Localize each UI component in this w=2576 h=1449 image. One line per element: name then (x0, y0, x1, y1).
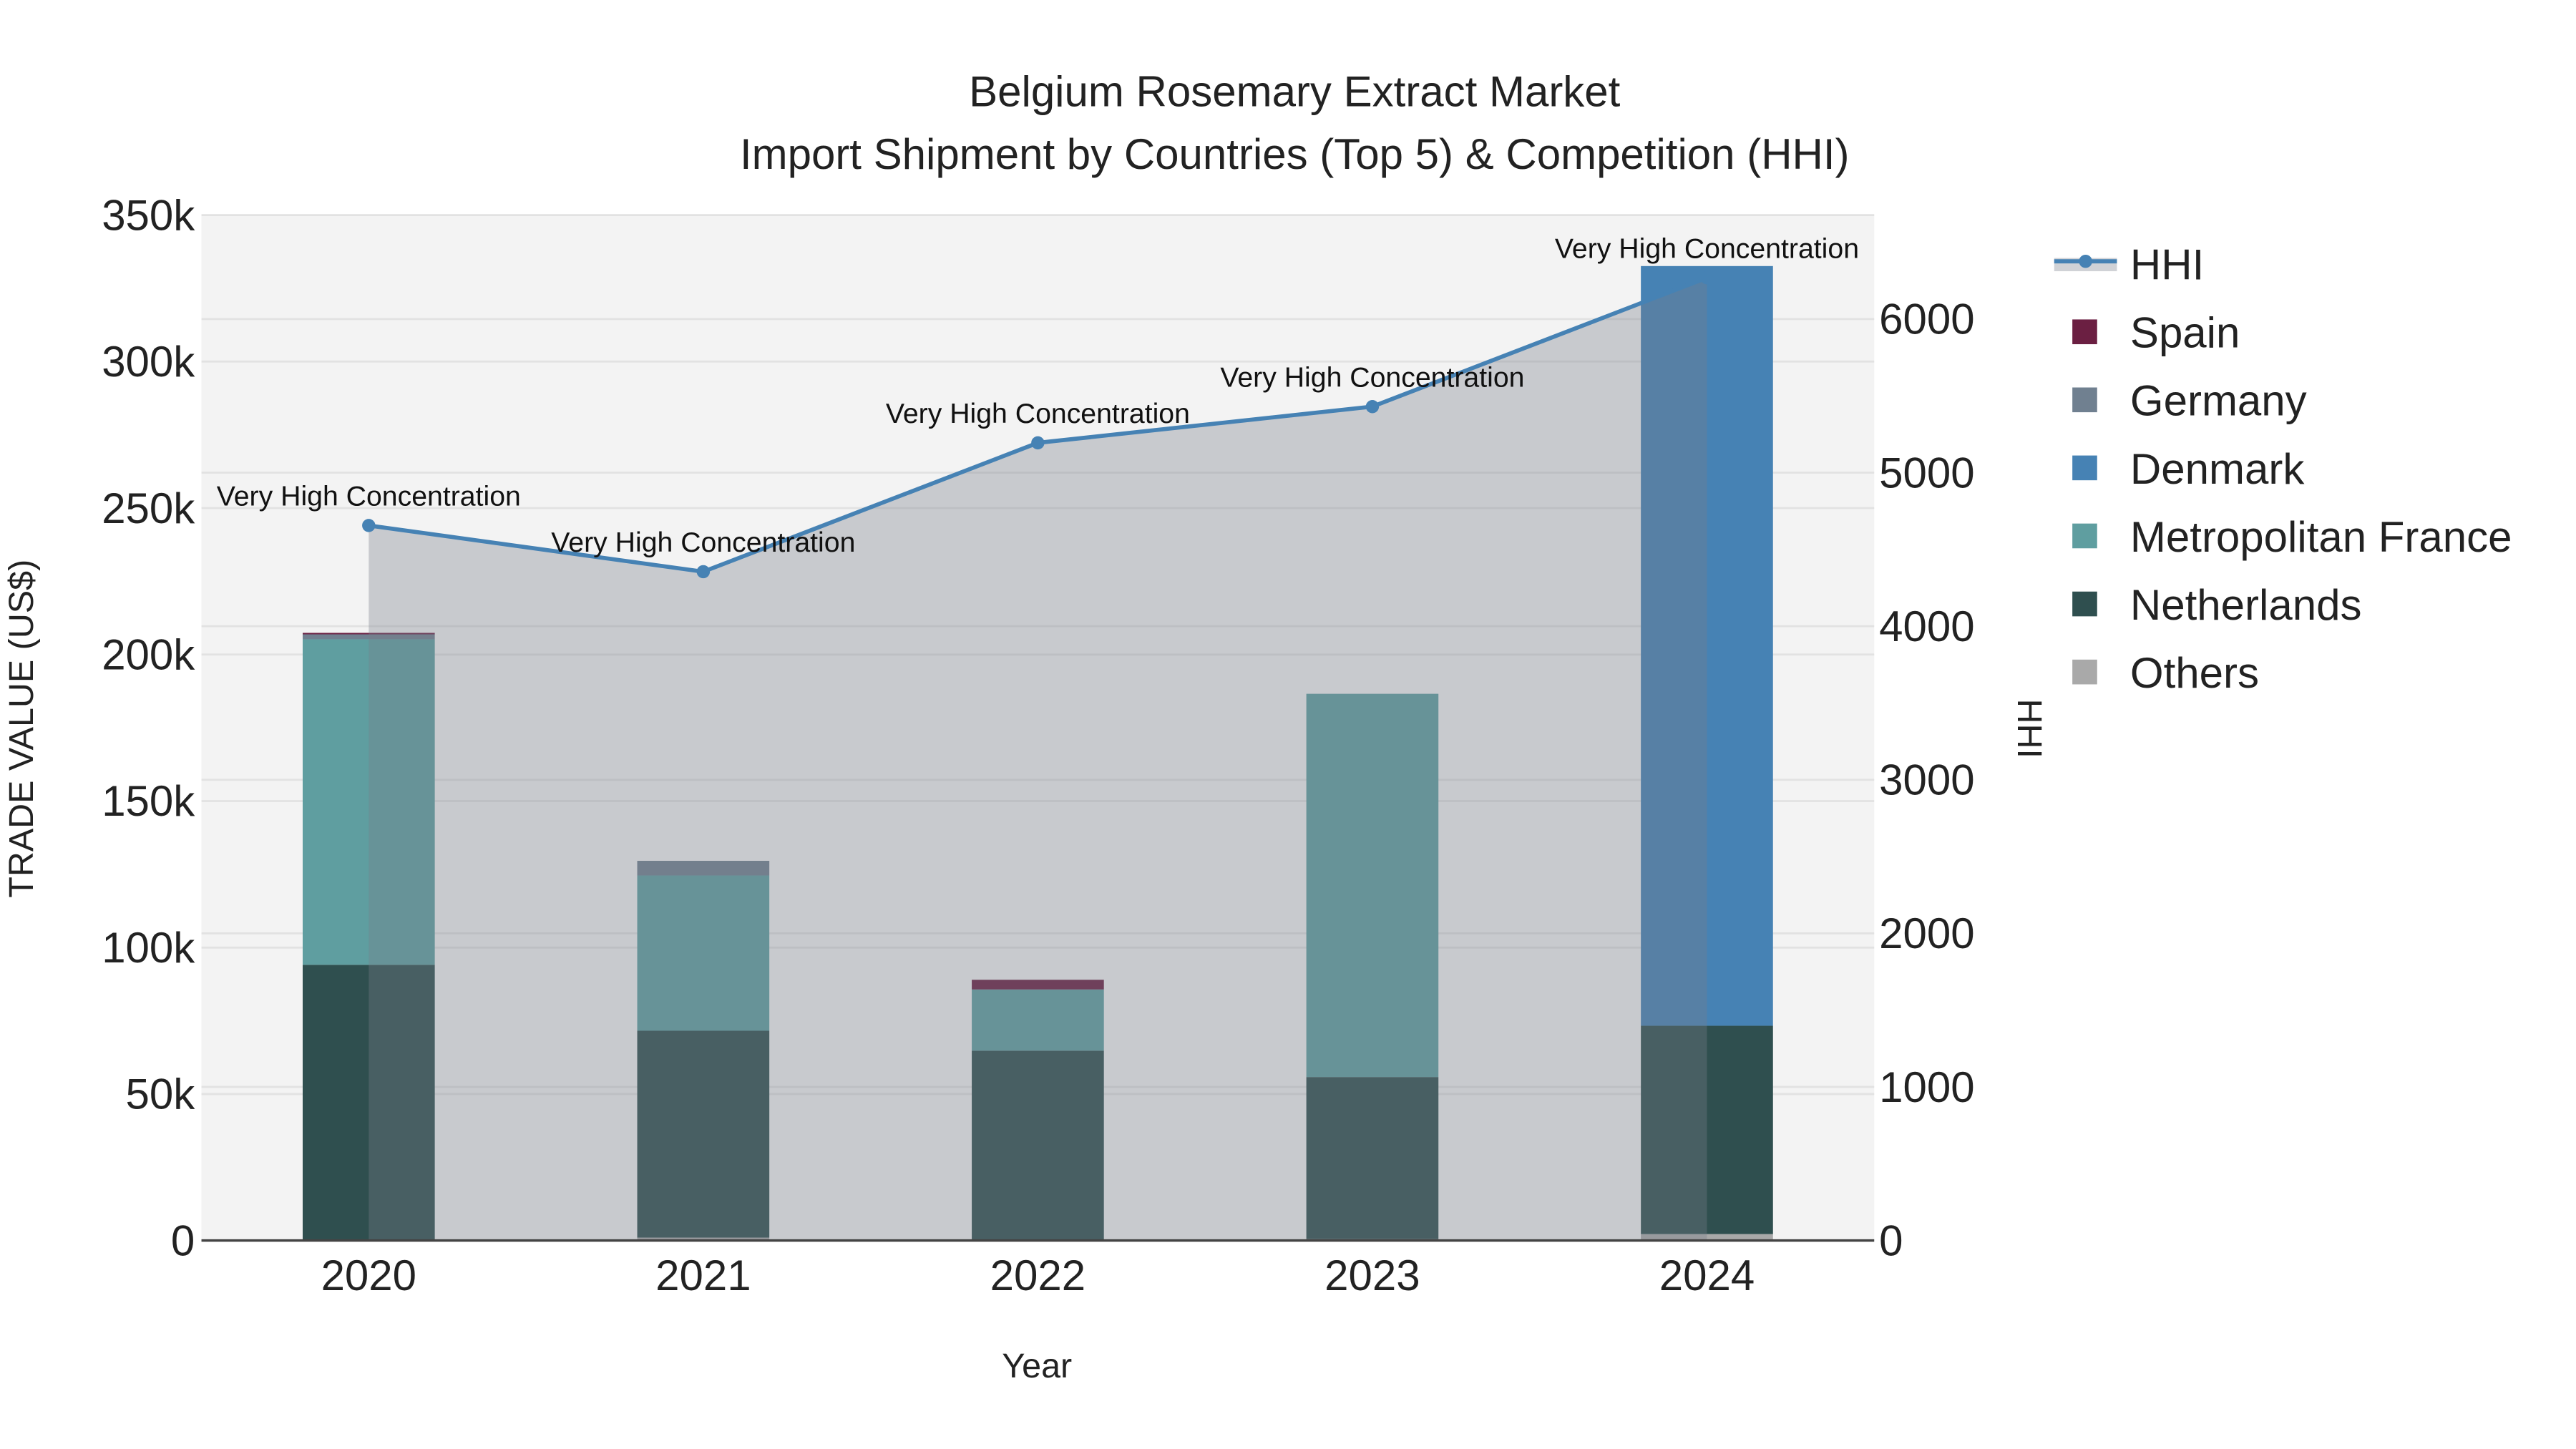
y-tick-label: 100k (102, 924, 195, 972)
hhi-annotation: Very High Concentration (1555, 233, 1859, 264)
legend-swatch (2072, 591, 2097, 617)
legend-swatch (2072, 319, 2097, 345)
legend-label: Metropolitan France (2130, 513, 2512, 561)
hhi-point-2020[interactable] (362, 519, 376, 532)
y-tick-label: 50k (126, 1070, 196, 1118)
legend-marker (2079, 254, 2092, 268)
y-tick-label: 250k (102, 484, 195, 532)
legend-item-netherlands[interactable]: Netherlands (2072, 581, 2361, 629)
legend-label: Others (2130, 649, 2259, 697)
y-tick-label: 350k (102, 191, 195, 239)
x-tick-label: 2021 (655, 1252, 751, 1299)
y-tick-label: 150k (102, 777, 195, 825)
y-tick-label: 300k (102, 338, 195, 386)
hhi-annotation: Very High Concentration (886, 398, 1190, 429)
y2-tick-label: 2000 (1879, 909, 1974, 957)
legend-label: Netherlands (2130, 581, 2362, 629)
hhi-point-2021[interactable] (696, 565, 711, 579)
legend-label: Spain (2130, 309, 2240, 357)
legend-swatch (2072, 387, 2097, 413)
hhi-annotation: Very High Concentration (217, 481, 521, 512)
y2-axis-label: HHI (2010, 699, 2049, 758)
x-tick-label: 2020 (321, 1252, 416, 1299)
x-tick-label: 2024 (1659, 1252, 1755, 1299)
legend-swatch (2072, 523, 2097, 549)
legend-swatch (2072, 455, 2097, 481)
hhi-point-2024[interactable] (1700, 270, 1714, 285)
hhi-annotation: Very High Concentration (1220, 362, 1524, 394)
hhi-annotation: Very High Concentration (551, 527, 855, 558)
y2-tick-label: 0 (1879, 1216, 1903, 1264)
legend-label: Denmark (2130, 445, 2305, 493)
legend-swatch (2072, 659, 2097, 685)
legend-label: Germany (2130, 377, 2307, 425)
legend-item-metropolitan-france[interactable]: Metropolitan France (2072, 513, 2512, 561)
legend-item-germany[interactable]: Germany (2072, 377, 2307, 425)
y-axis-label: TRADE VALUE (US$) (2, 560, 41, 898)
y-tick-label: 0 (171, 1216, 195, 1264)
hhi-point-2023[interactable] (1365, 399, 1380, 414)
legend-item-spain[interactable]: Spain (2072, 309, 2240, 357)
x-tick-label: 2023 (1324, 1252, 1420, 1299)
x-axis-label: Year (1002, 1347, 1072, 1385)
y2-tick-label: 1000 (1879, 1063, 1974, 1111)
chart-subtitle: Import Shipment by Countries (Top 5) & C… (740, 130, 1850, 178)
legend-item-hhi[interactable]: HHI (2054, 241, 2204, 289)
chart: Very High Concentration Very High Concent… (2, 67, 2512, 1385)
y-tick-label: 200k (102, 631, 195, 679)
y2-tick-label: 3000 (1879, 756, 1974, 804)
chart-title: Belgium Rosemary Extract Market (969, 67, 1621, 115)
y2-tick-label: 5000 (1879, 449, 1974, 497)
x-tick-label: 2022 (990, 1252, 1085, 1299)
legend-label: HHI (2130, 241, 2204, 289)
y2-tick-label: 6000 (1879, 296, 1974, 343)
legend-item-denmark[interactable]: Denmark (2072, 445, 2305, 493)
y2-tick-label: 4000 (1879, 602, 1974, 650)
hhi-point-2022[interactable] (1031, 436, 1045, 450)
legend-item-others[interactable]: Others (2072, 649, 2259, 697)
